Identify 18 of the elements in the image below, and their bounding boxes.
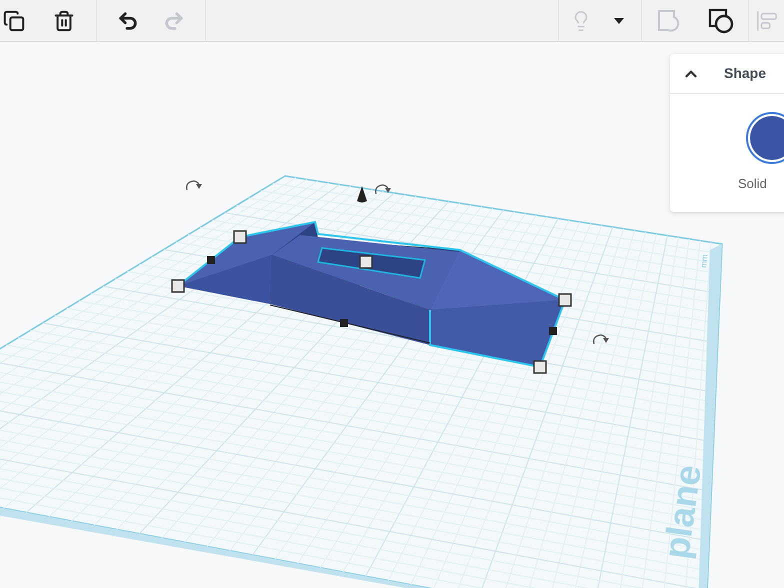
selected-shape-drawing[interactable]: [171, 220, 572, 374]
square-circle-icon: [708, 8, 734, 34]
workplane-label: plane: [655, 462, 709, 562]
caret-icon: [613, 16, 625, 24]
height-arrow-icon[interactable]: [357, 186, 367, 202]
trash-icon: [53, 10, 75, 32]
align-icon: [756, 10, 778, 32]
units-label: mm: [699, 254, 710, 268]
panel-header[interactable]: Shape: [670, 54, 784, 94]
shape-outline-icon: [656, 8, 682, 34]
swatch-label: Solid: [737, 175, 767, 193]
copy-icon: [3, 10, 25, 32]
color-swatch[interactable]: [746, 112, 784, 164]
undo-icon: [117, 10, 139, 32]
redo-icon: [163, 10, 185, 32]
rotate-icon[interactable]: [375, 184, 391, 194]
rotate-icon[interactable]: [186, 180, 202, 190]
rotate-icon[interactable]: [593, 334, 609, 344]
